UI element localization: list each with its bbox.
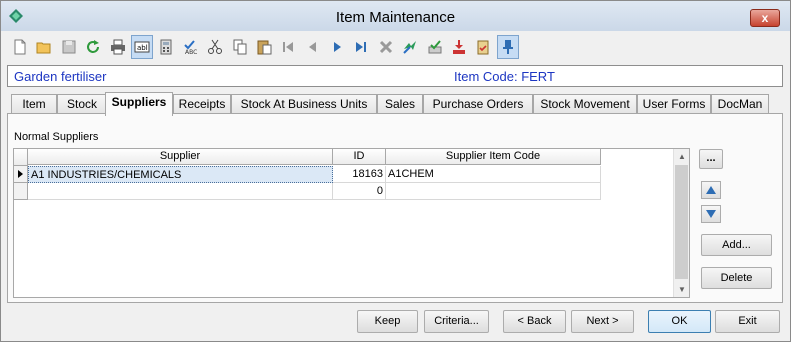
tab-item[interactable]: Item — [11, 94, 57, 114]
scrollbar-thumb[interactable] — [675, 165, 688, 279]
column-header-supplier[interactable]: Supplier — [28, 149, 333, 165]
arrow-up-icon — [706, 186, 716, 194]
arrow-down-icon — [706, 210, 716, 218]
criteria-button[interactable]: Criteria... — [424, 310, 489, 333]
table-cell-supplier-item-code[interactable]: A1CHEM — [386, 166, 601, 183]
last-record-icon[interactable] — [350, 35, 372, 59]
download-icon[interactable] — [448, 35, 470, 59]
table-cell-id[interactable]: 0 — [333, 183, 386, 200]
suppliers-panel: Normal Suppliers Supplier ID Supplier It… — [7, 113, 783, 303]
next-button[interactable]: Next > — [571, 310, 634, 333]
send-icon[interactable] — [399, 35, 421, 59]
table-cell-supplier-item-code[interactable] — [386, 183, 601, 200]
section-label: Normal Suppliers — [14, 131, 99, 143]
toolbar: abl ABC — [9, 33, 521, 61]
approve-icon[interactable] — [424, 35, 446, 59]
delete-icon[interactable] — [375, 35, 397, 59]
title-bar: Item Maintenance x — [1, 1, 790, 31]
item-maintenance-window: Item Maintenance x abl ABC Garden fertil… — [0, 0, 791, 342]
scroll-down-icon[interactable]: ▼ — [674, 282, 690, 297]
field-label-icon[interactable]: abl — [130, 35, 153, 59]
save-icon[interactable] — [58, 35, 80, 59]
tab-stock-at-business-units[interactable]: Stock At Business Units — [231, 94, 377, 114]
spellcheck-icon[interactable]: ABC — [180, 35, 202, 59]
copy-icon[interactable] — [229, 35, 251, 59]
svg-text:abl: abl — [137, 44, 148, 52]
grid-vertical-scrollbar[interactable]: ▲ ▼ — [673, 149, 689, 297]
back-button[interactable]: < Back — [503, 310, 566, 333]
calculator-icon[interactable] — [155, 35, 177, 59]
tab-stock[interactable]: Stock — [57, 94, 107, 114]
previous-record-icon[interactable] — [302, 35, 324, 59]
tab-sales[interactable]: Sales — [377, 94, 423, 114]
item-info-bar: Garden fertiliser Item Code: FERT — [7, 65, 783, 87]
svg-text:ABC: ABC — [185, 49, 197, 55]
cut-icon[interactable] — [204, 35, 226, 59]
row-indicator[interactable] — [14, 183, 28, 200]
item-description: Garden fertiliser — [14, 69, 107, 84]
tab-receipts[interactable]: Receipts — [173, 94, 231, 114]
window-title: Item Maintenance — [335, 9, 456, 26]
ok-button[interactable]: OK — [648, 310, 711, 333]
paste-icon[interactable] — [253, 35, 275, 59]
item-code: Item Code: FERT — [454, 69, 555, 84]
tab-suppliers[interactable]: Suppliers — [105, 92, 173, 116]
tab-docman[interactable]: DocMan — [711, 94, 769, 114]
move-down-button[interactable] — [701, 205, 721, 223]
browse-button[interactable]: ... — [699, 149, 723, 169]
suppliers-grid[interactable]: Supplier ID Supplier Item Code A1 INDUST… — [13, 148, 690, 298]
scroll-up-icon[interactable]: ▲ — [674, 149, 690, 164]
table-cell-supplier[interactable] — [28, 183, 333, 200]
refresh-icon[interactable] — [82, 35, 104, 59]
row-indicator[interactable] — [14, 166, 28, 183]
grid-corner — [14, 149, 28, 166]
table-cell-id[interactable]: 18163 — [333, 166, 386, 183]
close-button[interactable]: x — [750, 9, 780, 27]
table-cell-supplier[interactable]: A1 INDUSTRIES/CHEMICALS — [28, 166, 333, 183]
first-record-icon[interactable] — [277, 35, 299, 59]
tab-purchase-orders[interactable]: Purchase Orders — [423, 94, 533, 114]
new-icon[interactable] — [9, 35, 31, 59]
next-record-icon[interactable] — [326, 35, 348, 59]
keep-button[interactable]: Keep — [357, 310, 418, 333]
tab-stock-movement[interactable]: Stock Movement — [533, 94, 637, 114]
column-header-id[interactable]: ID — [333, 149, 386, 165]
delete-supplier-button[interactable]: Delete — [701, 267, 772, 289]
column-header-supplier-item-code[interactable]: Supplier Item Code — [386, 149, 601, 165]
open-icon[interactable] — [33, 35, 55, 59]
exit-button[interactable]: Exit — [715, 310, 780, 333]
move-up-button[interactable] — [701, 181, 721, 199]
add-supplier-button[interactable]: Add... — [701, 234, 772, 256]
clipboard-check-icon[interactable] — [472, 35, 494, 59]
tab-user-forms[interactable]: User Forms — [637, 94, 711, 114]
pin-icon[interactable] — [496, 35, 519, 59]
current-row-arrow-icon — [18, 170, 23, 178]
print-icon[interactable] — [107, 35, 129, 59]
